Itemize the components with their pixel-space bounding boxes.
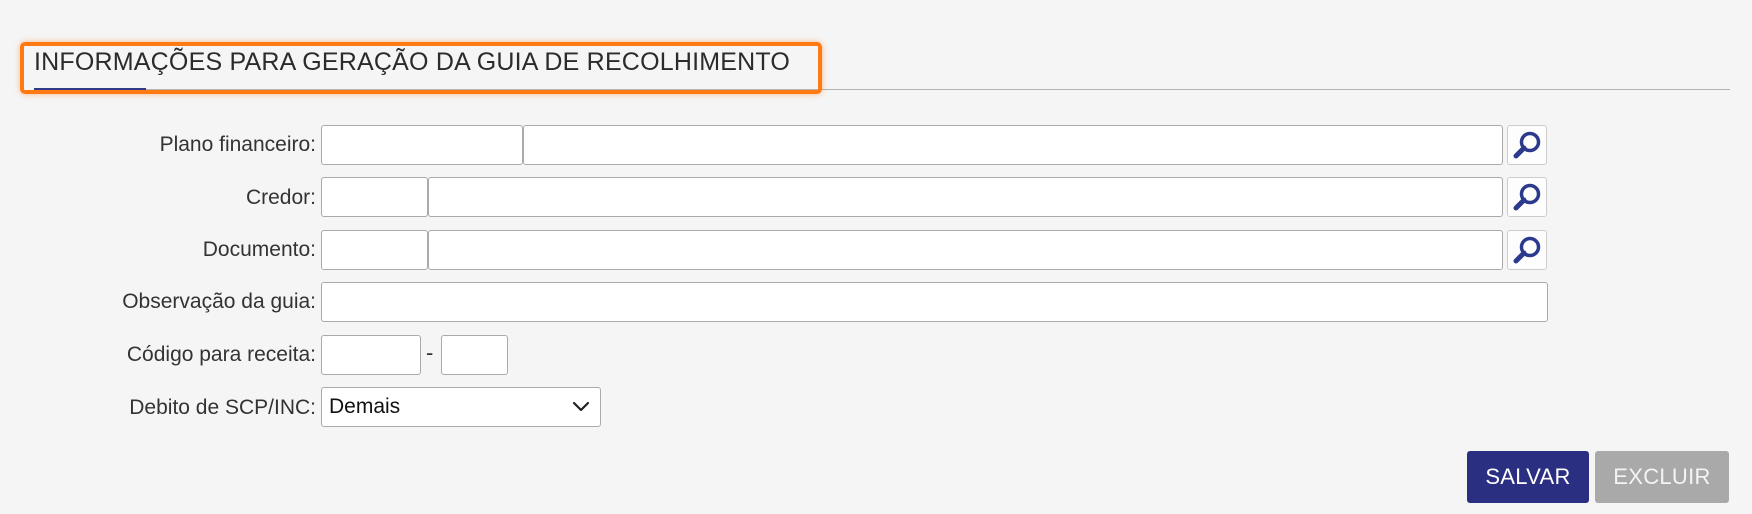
codigo-receita-part2-input[interactable]: [441, 335, 508, 375]
delete-button[interactable]: EXCLUIR: [1595, 451, 1729, 503]
codigo-receita-part1-input[interactable]: [321, 335, 421, 375]
plano-financeiro-search-button[interactable]: [1507, 125, 1547, 165]
codigo-receita-separator: -: [426, 340, 434, 365]
documento-description-input[interactable]: [428, 230, 1503, 270]
documento-code-input[interactable]: [321, 230, 428, 270]
observacao-input[interactable]: [321, 282, 1548, 322]
debito-label: Debito de SCP/INC:: [129, 396, 316, 419]
save-button[interactable]: SALVAR: [1467, 451, 1589, 503]
documento-label: Documento:: [202, 238, 316, 261]
search-icon: [1513, 183, 1541, 211]
credor-label: Credor:: [245, 186, 316, 209]
credor-code-input[interactable]: [321, 177, 428, 217]
search-icon: [1513, 236, 1541, 264]
credor-description-input[interactable]: [428, 177, 1503, 217]
chevron-down-icon: [572, 401, 590, 412]
debito-select[interactable]: Demais: [321, 387, 601, 427]
credor-search-button[interactable]: [1507, 177, 1547, 217]
codigo-receita-label: Código para receita:: [126, 343, 316, 366]
plano-financeiro-description-input[interactable]: [523, 125, 1503, 165]
documento-search-button[interactable]: [1507, 230, 1547, 270]
observacao-label: Observação da guia:: [122, 290, 316, 313]
plano-financeiro-code-input[interactable]: [321, 125, 523, 165]
highlight-box: [20, 42, 822, 94]
debito-selected-value: Demais: [329, 395, 401, 418]
plano-financeiro-label: Plano financeiro:: [159, 133, 316, 156]
search-icon: [1513, 131, 1541, 159]
